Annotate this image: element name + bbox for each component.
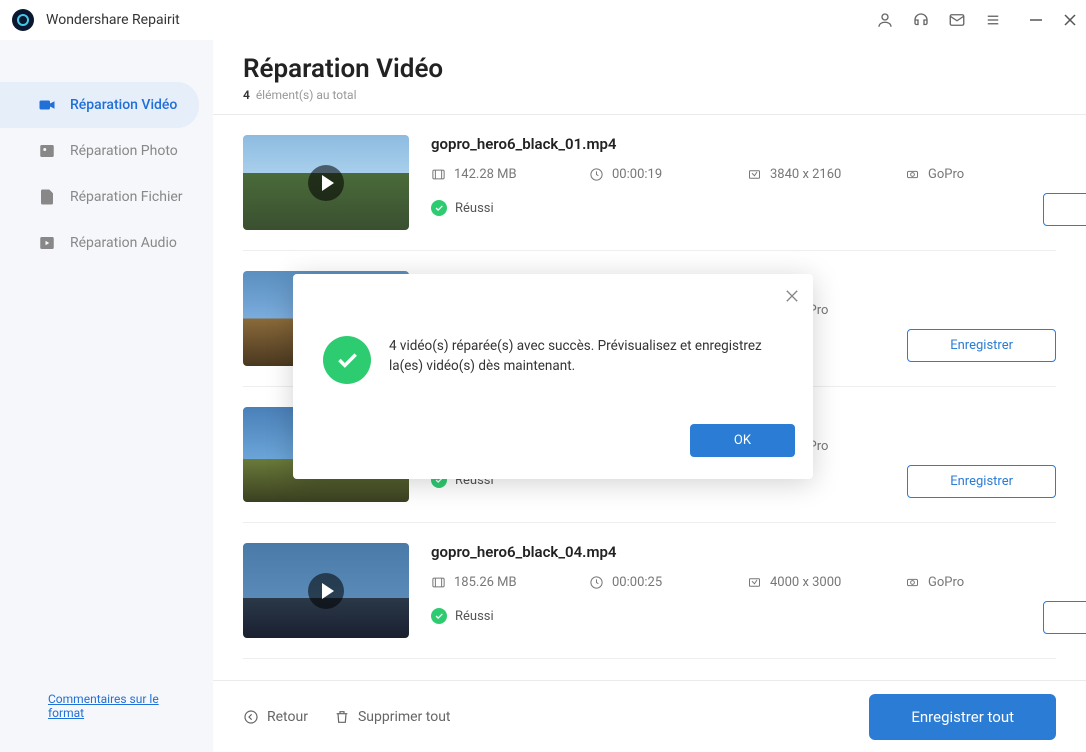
success-modal: 4 vidéo(s) réparée(s) avec succès. Prévi… (293, 274, 813, 479)
sidebar-item-label: Réparation Photo (70, 143, 178, 159)
modal-ok-button[interactable]: OK (690, 424, 795, 457)
main-header: Réparation Vidéo 4 élément(s) au total (213, 40, 1086, 115)
page-subtitle: 4 élément(s) au total (243, 88, 1056, 110)
sidebar-item-audio[interactable]: Réparation Audio (0, 220, 213, 266)
video-dimensions: 3840 x 2160 (747, 167, 863, 182)
modal-success-icon (323, 336, 371, 384)
menu-icon[interactable] (984, 11, 1002, 29)
item-count-suffix: élément(s) au total (256, 88, 357, 102)
save-all-button[interactable]: Enregistrer tout (869, 694, 1056, 740)
sidebar-footer: Commentaires sur le format (0, 674, 213, 752)
photo-icon (38, 142, 56, 160)
sidebar-item-file[interactable]: Réparation Fichier (0, 174, 213, 220)
modal-footer: OK (311, 424, 795, 457)
file-icon (38, 188, 56, 206)
save-button[interactable]: Enregistrer (1043, 601, 1086, 634)
video-icon (38, 96, 56, 114)
video-filename: gopro_hero6_black_04.mp4 (431, 543, 1021, 561)
app-title: Wondershare Repairit (46, 12, 180, 28)
save-button[interactable]: Enregistrer (1043, 193, 1086, 226)
video-source: GoPro (905, 575, 1021, 590)
titlebar-right (876, 11, 1078, 29)
delete-all-button[interactable]: Supprimer tout (334, 709, 451, 725)
video-size: 185.26 MB (431, 575, 547, 590)
success-check-icon (431, 200, 447, 216)
video-info: gopro_hero6_black_01.mp4 142.28 MB 00:00… (431, 135, 1021, 230)
audio-icon (38, 234, 56, 252)
save-button[interactable]: Enregistrer (907, 329, 1056, 362)
video-dimensions: 4000 x 3000 (747, 575, 863, 590)
minimize-button[interactable] (1028, 12, 1044, 28)
video-duration: 00:00:19 (589, 167, 705, 182)
titlebar-left: Wondershare Repairit (12, 9, 180, 31)
video-source: GoPro (905, 167, 1021, 182)
video-filename: gopro_hero6_black_01.mp4 (431, 135, 1021, 153)
video-action: Enregistrer (907, 407, 1056, 502)
video-info: gopro_hero6_black_04.mp4 185.26 MB 00:00… (431, 543, 1021, 638)
play-icon (308, 573, 344, 609)
mail-icon[interactable] (948, 11, 966, 29)
window-controls (1028, 12, 1078, 28)
support-icon[interactable] (912, 11, 930, 29)
video-action: Enregistrer (907, 271, 1056, 366)
video-meta-row: 142.28 MB 00:00:19 3840 x 2160 GoPro (431, 167, 1021, 182)
play-icon (308, 165, 344, 201)
sidebar-item-label: Réparation Vidéo (70, 97, 177, 113)
footer: Retour Supprimer tout Enregistrer tout (213, 680, 1086, 752)
feedback-link[interactable]: Commentaires sur le format (38, 692, 195, 720)
video-size: 142.28 MB (431, 167, 547, 182)
video-meta-row: 185.26 MB 00:00:25 4000 x 3000 GoPro (431, 575, 1021, 590)
save-button[interactable]: Enregistrer (907, 465, 1056, 498)
success-check-icon (431, 608, 447, 624)
video-action: Enregistrer (1043, 543, 1086, 638)
sidebar: Réparation Vidéo Réparation Photo Répara… (0, 40, 213, 752)
modal-message: 4 vidéo(s) réparée(s) avec succès. Prévi… (389, 336, 773, 378)
video-thumbnail[interactable] (243, 543, 409, 638)
page-title: Réparation Vidéo (243, 54, 1056, 84)
video-duration: 00:00:25 (589, 575, 705, 590)
app-logo (12, 9, 34, 31)
sidebar-item-video[interactable]: Réparation Vidéo (0, 82, 199, 128)
back-button[interactable]: Retour (243, 709, 308, 725)
modal-close-button[interactable] (785, 288, 799, 307)
titlebar: Wondershare Repairit (0, 0, 1086, 40)
sidebar-item-photo[interactable]: Réparation Photo (0, 128, 213, 174)
user-icon[interactable] (876, 11, 894, 29)
close-button[interactable] (1062, 12, 1078, 28)
video-thumbnail[interactable] (243, 135, 409, 230)
item-count: 4 (243, 88, 250, 102)
sidebar-item-label: Réparation Audio (70, 235, 177, 251)
sidebar-item-label: Réparation Fichier (70, 189, 183, 205)
video-action: Enregistrer (1043, 135, 1086, 230)
modal-body: 4 vidéo(s) réparée(s) avec succès. Prévi… (311, 292, 795, 424)
video-status: Réussi (431, 608, 1021, 624)
video-item: gopro_hero6_black_04.mp4 185.26 MB 00:00… (243, 523, 1056, 659)
feedback-label: Commentaires sur le format (48, 692, 195, 720)
video-item: gopro_hero6_black_01.mp4 142.28 MB 00:00… (243, 115, 1056, 251)
video-status: Réussi (431, 200, 1021, 216)
